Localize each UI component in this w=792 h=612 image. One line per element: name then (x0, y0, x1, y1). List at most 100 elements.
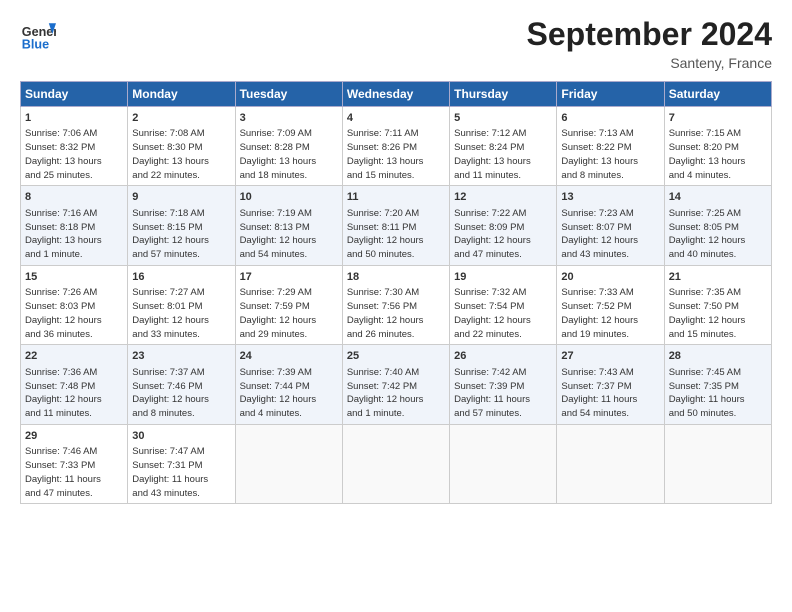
calendar-cell: 23 Sunrise: 7:37 AMSunset: 7:46 PMDayligh… (128, 345, 235, 424)
calendar-cell: 29Sunrise: 7:46 AMSunset: 7:33 PMDayligh… (21, 424, 128, 503)
day-number: 20 (561, 270, 659, 285)
calendar-cell (342, 424, 449, 503)
day-number: 27 (561, 349, 659, 364)
calendar-cell: 1Sunrise: 7:06 AMSunset: 8:32 PMDaylight… (21, 107, 128, 186)
logo: General Blue (20, 16, 56, 52)
day-info: Sunrise: 7:32 AMSunset: 7:54 PMDaylight:… (454, 286, 552, 341)
title-block: September 2024 Santeny, France (527, 16, 772, 71)
day-number: 12 (454, 190, 552, 205)
day-number: 4 (347, 111, 445, 126)
calendar-cell: 10 Sunrise: 7:19 AMSunset: 8:13 PMDayligh… (235, 186, 342, 265)
calendar-cell: 14Sunrise: 7:25 AMSunset: 8:05 PMDayligh… (664, 186, 771, 265)
calendar-cell: 27 Sunrise: 7:43 AMSunset: 7:37 PMDayligh… (557, 345, 664, 424)
day-number: 25 (347, 349, 445, 364)
day-number: 18 (347, 270, 445, 285)
day-number: 28 (669, 349, 767, 364)
day-info: Sunrise: 7:19 AMSunset: 8:13 PMDaylight:… (240, 207, 338, 262)
calendar-week-row: 1Sunrise: 7:06 AMSunset: 8:32 PMDaylight… (21, 107, 772, 186)
day-number: 16 (132, 270, 230, 285)
day-number: 30 (132, 429, 230, 444)
day-number: 11 (347, 190, 445, 205)
day-number: 23 (132, 349, 230, 364)
calendar-cell: 4Sunrise: 7:11 AMSunset: 8:26 PMDaylight… (342, 107, 449, 186)
calendar-cell: 21Sunrise: 7:35 AMSunset: 7:50 PMDayligh… (664, 265, 771, 344)
day-info: Sunrise: 7:23 AMSunset: 8:07 PMDaylight:… (561, 207, 659, 262)
calendar-week-row: 29Sunrise: 7:46 AMSunset: 7:33 PMDayligh… (21, 424, 772, 503)
day-number: 26 (454, 349, 552, 364)
day-info: Sunrise: 7:42 AMSunset: 7:39 PMDaylight:… (454, 366, 552, 421)
day-info: Sunrise: 7:30 AMSunset: 7:56 PMDaylight:… (347, 286, 445, 341)
day-info: Sunrise: 7:40 AMSunset: 7:42 PMDaylight:… (347, 366, 445, 421)
calendar-cell: 16Sunrise: 7:27 AMSunset: 8:01 PMDayligh… (128, 265, 235, 344)
day-number: 10 (240, 190, 338, 205)
calendar-header-row: Sunday Monday Tuesday Wednesday Thursday… (21, 82, 772, 107)
day-number: 8 (25, 190, 123, 205)
calendar-week-row: 15Sunrise: 7:26 AMSunset: 8:03 PMDayligh… (21, 265, 772, 344)
day-info: Sunrise: 7:43 AMSunset: 7:37 PMDaylight:… (561, 366, 659, 421)
day-number: 22 (25, 349, 123, 364)
calendar-cell: 11 Sunrise: 7:20 AMSunset: 8:11 PMDayligh… (342, 186, 449, 265)
page: General Blue September 2024 Santeny, Fra… (0, 0, 792, 514)
calendar-cell: 3Sunrise: 7:09 AMSunset: 8:28 PMDaylight… (235, 107, 342, 186)
svg-text:Blue: Blue (22, 37, 49, 51)
day-info: Sunrise: 7:33 AMSunset: 7:52 PMDaylight:… (561, 286, 659, 341)
calendar-cell: 17Sunrise: 7:29 AMSunset: 7:59 PMDayligh… (235, 265, 342, 344)
calendar-table: Sunday Monday Tuesday Wednesday Thursday… (20, 81, 772, 504)
day-number: 2 (132, 111, 230, 126)
day-info: Sunrise: 7:27 AMSunset: 8:01 PMDaylight:… (132, 286, 230, 341)
calendar-cell: 7Sunrise: 7:15 AMSunset: 8:20 PMDaylight… (664, 107, 771, 186)
day-info: Sunrise: 7:25 AMSunset: 8:05 PMDaylight:… (669, 207, 767, 262)
calendar-cell: 6Sunrise: 7:13 AMSunset: 8:22 PMDaylight… (557, 107, 664, 186)
calendar-cell: 19Sunrise: 7:32 AMSunset: 7:54 PMDayligh… (450, 265, 557, 344)
day-info: Sunrise: 7:06 AMSunset: 8:32 PMDaylight:… (25, 127, 123, 182)
calendar-cell: 13 Sunrise: 7:23 AMSunset: 8:07 PMDayligh… (557, 186, 664, 265)
day-number: 15 (25, 270, 123, 285)
col-monday: Monday (128, 82, 235, 107)
day-info: Sunrise: 7:45 AMSunset: 7:35 PMDaylight:… (669, 366, 767, 421)
day-info: Sunrise: 7:35 AMSunset: 7:50 PMDaylight:… (669, 286, 767, 341)
calendar-cell: 15Sunrise: 7:26 AMSunset: 8:03 PMDayligh… (21, 265, 128, 344)
calendar-cell: 20Sunrise: 7:33 AMSunset: 7:52 PMDayligh… (557, 265, 664, 344)
calendar-cell: 28 Sunrise: 7:45 AMSunset: 7:35 PMDayligh… (664, 345, 771, 424)
day-number: 19 (454, 270, 552, 285)
calendar-cell: 2Sunrise: 7:08 AMSunset: 8:30 PMDaylight… (128, 107, 235, 186)
calendar-week-row: 22Sunrise: 7:36 AMSunset: 7:48 PMDayligh… (21, 345, 772, 424)
day-info: Sunrise: 7:08 AMSunset: 8:30 PMDaylight:… (132, 127, 230, 182)
day-number: 9 (132, 190, 230, 205)
day-info: Sunrise: 7:15 AMSunset: 8:20 PMDaylight:… (669, 127, 767, 182)
day-number: 1 (25, 111, 123, 126)
day-number: 17 (240, 270, 338, 285)
location: Santeny, France (527, 55, 772, 71)
day-info: Sunrise: 7:11 AMSunset: 8:26 PMDaylight:… (347, 127, 445, 182)
calendar-cell: 25 Sunrise: 7:40 AMSunset: 7:42 PMDayligh… (342, 345, 449, 424)
day-info: Sunrise: 7:37 AMSunset: 7:46 PMDaylight:… (132, 366, 230, 421)
calendar-cell: 5Sunrise: 7:12 AMSunset: 8:24 PMDaylight… (450, 107, 557, 186)
day-info: Sunrise: 7:39 AMSunset: 7:44 PMDaylight:… (240, 366, 338, 421)
calendar-cell: 22Sunrise: 7:36 AMSunset: 7:48 PMDayligh… (21, 345, 128, 424)
calendar-cell: 12Sunrise: 7:22 AMSunset: 8:09 PMDayligh… (450, 186, 557, 265)
calendar-cell: 18Sunrise: 7:30 AMSunset: 7:56 PMDayligh… (342, 265, 449, 344)
day-info: Sunrise: 7:26 AMSunset: 8:03 PMDaylight:… (25, 286, 123, 341)
calendar-cell (450, 424, 557, 503)
col-saturday: Saturday (664, 82, 771, 107)
calendar-cell: 9Sunrise: 7:18 AMSunset: 8:15 PMDaylight… (128, 186, 235, 265)
calendar-cell (664, 424, 771, 503)
col-friday: Friday (557, 82, 664, 107)
day-info: Sunrise: 7:16 AMSunset: 8:18 PMDaylight:… (25, 207, 123, 262)
day-number: 6 (561, 111, 659, 126)
day-number: 29 (25, 429, 123, 444)
calendar-cell (557, 424, 664, 503)
day-number: 7 (669, 111, 767, 126)
calendar-cell: 8 Sunrise: 7:16 AMSunset: 8:18 PMDaylight… (21, 186, 128, 265)
day-info: Sunrise: 7:47 AMSunset: 7:31 PMDaylight:… (132, 445, 230, 500)
day-info: Sunrise: 7:20 AMSunset: 8:11 PMDaylight:… (347, 207, 445, 262)
day-info: Sunrise: 7:09 AMSunset: 8:28 PMDaylight:… (240, 127, 338, 182)
calendar-cell: 30Sunrise: 7:47 AMSunset: 7:31 PMDayligh… (128, 424, 235, 503)
day-number: 13 (561, 190, 659, 205)
day-info: Sunrise: 7:46 AMSunset: 7:33 PMDaylight:… (25, 445, 123, 500)
col-thursday: Thursday (450, 82, 557, 107)
month-title: September 2024 (527, 16, 772, 53)
day-number: 3 (240, 111, 338, 126)
calendar-cell (235, 424, 342, 503)
calendar-cell: 24Sunrise: 7:39 AMSunset: 7:44 PMDayligh… (235, 345, 342, 424)
